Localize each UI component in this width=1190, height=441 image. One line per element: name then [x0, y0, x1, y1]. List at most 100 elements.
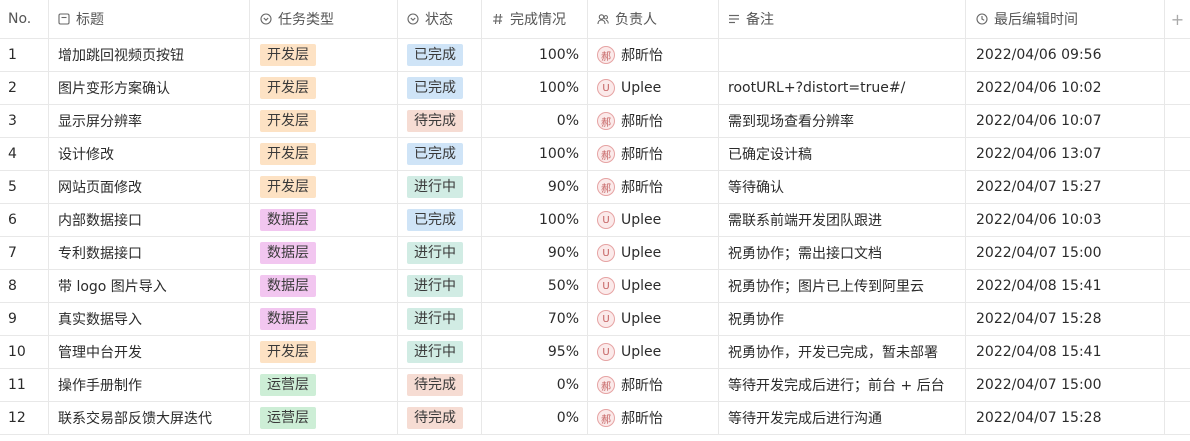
row-number-cell[interactable]: 11	[0, 369, 49, 401]
status-cell[interactable]: 进行中	[398, 303, 482, 335]
column-header-type[interactable]: 任务类型	[250, 0, 398, 38]
type-cell[interactable]: 开发层	[250, 171, 398, 203]
owner-cell[interactable]: U Uplee	[588, 336, 719, 368]
title-cell[interactable]: 内部数据接口	[49, 204, 250, 236]
table-row[interactable]: 9 真实数据导入 数据层 进行中 70% U Uplee 祝勇协作 2022/04/07 15:…	[0, 303, 1190, 336]
time-cell[interactable]: 2022/04/06 13:07	[966, 138, 1165, 170]
note-cell[interactable]: 等待开发完成后进行沟通	[719, 402, 966, 434]
owner-cell[interactable]: 郝郝昕怡	[588, 369, 719, 401]
column-header-time[interactable]: 最后编辑时间	[966, 0, 1165, 38]
title-cell[interactable]: 设计修改	[49, 138, 250, 170]
table-row[interactable]: 1 增加跳回视频页按钮 开发层 已完成 100% 郝郝昕怡 2022/04/06 09:56	[0, 39, 1190, 72]
add-column-button[interactable]: +	[1165, 0, 1190, 38]
table-row[interactable]: 11 操作手册制作 运营层 待完成 0% 郝郝昕怡 等待开发完成后进行；前台 + 后台 202…	[0, 369, 1190, 402]
progress-cell[interactable]: 95%	[482, 336, 588, 368]
time-cell[interactable]: 2022/04/06 10:02	[966, 72, 1165, 104]
time-cell[interactable]: 2022/04/08 15:41	[966, 336, 1165, 368]
time-cell[interactable]: 2022/04/07 15:00	[966, 369, 1165, 401]
time-cell[interactable]: 2022/04/07 15:27	[966, 171, 1165, 203]
type-cell[interactable]: 开发层	[250, 105, 398, 137]
status-cell[interactable]: 待完成	[398, 105, 482, 137]
type-cell[interactable]: 数据层	[250, 237, 398, 269]
note-cell[interactable]: 祝勇协作；图片已上传到阿里云	[719, 270, 966, 302]
table-row[interactable]: 6 内部数据接口 数据层 已完成 100% U Uplee 需联系前端开发团队跟进 2022/0…	[0, 204, 1190, 237]
row-number-cell[interactable]: 2	[0, 72, 49, 104]
table-row[interactable]: 5 网站页面修改 开发层 进行中 90% 郝郝昕怡 等待确认 2022/04/07 15:27	[0, 171, 1190, 204]
row-number-cell[interactable]: 12	[0, 402, 49, 434]
title-cell[interactable]: 增加跳回视频页按钮	[49, 39, 250, 71]
row-number-cell[interactable]: 7	[0, 237, 49, 269]
owner-cell[interactable]: U Uplee	[588, 72, 719, 104]
type-cell[interactable]: 开发层	[250, 336, 398, 368]
table-row[interactable]: 3 显示屏分辨率 开发层 待完成 0% 郝郝昕怡 需到现场查看分辨率 2022/04/06 1…	[0, 105, 1190, 138]
column-header-status[interactable]: 状态	[398, 0, 482, 38]
progress-cell[interactable]: 90%	[482, 237, 588, 269]
type-cell[interactable]: 开发层	[250, 72, 398, 104]
status-cell[interactable]: 待完成	[398, 402, 482, 434]
note-cell[interactable]: 祝勇协作	[719, 303, 966, 335]
progress-cell[interactable]: 0%	[482, 402, 588, 434]
table-row[interactable]: 7 专利数据接口 数据层 进行中 90% U Uplee 祝勇协作；需出接口文档 2022/04…	[0, 237, 1190, 270]
table-row[interactable]: 10 管理中台开发 开发层 进行中 95% U Uplee 祝勇协作，开发已完成，暂未部署 20…	[0, 336, 1190, 369]
note-cell[interactable]: 等待确认	[719, 171, 966, 203]
type-cell[interactable]: 数据层	[250, 204, 398, 236]
title-cell[interactable]: 带 logo 图片导入	[49, 270, 250, 302]
table-row[interactable]: 12 联系交易部反馈大屏迭代 运营层 待完成 0% 郝郝昕怡 等待开发完成后进行沟通 2022…	[0, 402, 1190, 435]
row-number-cell[interactable]: 1	[0, 39, 49, 71]
time-cell[interactable]: 2022/04/07 15:28	[966, 402, 1165, 434]
row-number-cell[interactable]: 5	[0, 171, 49, 203]
title-cell[interactable]: 图片变形方案确认	[49, 72, 250, 104]
note-cell[interactable]	[719, 39, 966, 71]
status-cell[interactable]: 已完成	[398, 72, 482, 104]
status-cell[interactable]: 进行中	[398, 336, 482, 368]
progress-cell[interactable]: 50%	[482, 270, 588, 302]
row-number-cell[interactable]: 10	[0, 336, 49, 368]
note-cell[interactable]: rootURL+?distort=true#/	[719, 72, 966, 104]
type-cell[interactable]: 开发层	[250, 39, 398, 71]
owner-cell[interactable]: 郝郝昕怡	[588, 105, 719, 137]
time-cell[interactable]: 2022/04/07 15:00	[966, 237, 1165, 269]
owner-cell[interactable]: 郝郝昕怡	[588, 171, 719, 203]
row-number-cell[interactable]: 4	[0, 138, 49, 170]
owner-cell[interactable]: 郝郝昕怡	[588, 138, 719, 170]
type-cell[interactable]: 运营层	[250, 402, 398, 434]
note-cell[interactable]: 已确定设计稿	[719, 138, 966, 170]
column-header-progress[interactable]: 完成情况	[482, 0, 588, 38]
column-header-owner[interactable]: 负责人	[588, 0, 719, 38]
column-header-title[interactable]: 标题	[49, 0, 250, 38]
type-cell[interactable]: 运营层	[250, 369, 398, 401]
column-header-no[interactable]: No.	[0, 0, 49, 38]
owner-cell[interactable]: 郝郝昕怡	[588, 402, 719, 434]
progress-cell[interactable]: 100%	[482, 72, 588, 104]
progress-cell[interactable]: 0%	[482, 369, 588, 401]
progress-cell[interactable]: 100%	[482, 138, 588, 170]
table-row[interactable]: 8 带 logo 图片导入 数据层 进行中 50% U Uplee 祝勇协作；图片已上传到阿里…	[0, 270, 1190, 303]
progress-cell[interactable]: 0%	[482, 105, 588, 137]
status-cell[interactable]: 已完成	[398, 204, 482, 236]
row-number-cell[interactable]: 6	[0, 204, 49, 236]
progress-cell[interactable]: 70%	[482, 303, 588, 335]
note-cell[interactable]: 等待开发完成后进行；前台 + 后台	[719, 369, 966, 401]
type-cell[interactable]: 开发层	[250, 138, 398, 170]
row-number-cell[interactable]: 3	[0, 105, 49, 137]
status-cell[interactable]: 待完成	[398, 369, 482, 401]
title-cell[interactable]: 专利数据接口	[49, 237, 250, 269]
progress-cell[interactable]: 100%	[482, 204, 588, 236]
time-cell[interactable]: 2022/04/06 10:03	[966, 204, 1165, 236]
owner-cell[interactable]: 郝郝昕怡	[588, 39, 719, 71]
title-cell[interactable]: 联系交易部反馈大屏迭代	[49, 402, 250, 434]
row-number-cell[interactable]: 9	[0, 303, 49, 335]
time-cell[interactable]: 2022/04/08 15:41	[966, 270, 1165, 302]
status-cell[interactable]: 进行中	[398, 237, 482, 269]
owner-cell[interactable]: U Uplee	[588, 237, 719, 269]
note-cell[interactable]: 祝勇协作，开发已完成，暂未部署	[719, 336, 966, 368]
table-row[interactable]: 2 图片变形方案确认 开发层 已完成 100% U Uplee rootURL+?distor…	[0, 72, 1190, 105]
note-cell[interactable]: 祝勇协作；需出接口文档	[719, 237, 966, 269]
time-cell[interactable]: 2022/04/06 09:56	[966, 39, 1165, 71]
row-number-cell[interactable]: 8	[0, 270, 49, 302]
time-cell[interactable]: 2022/04/06 10:07	[966, 105, 1165, 137]
title-cell[interactable]: 真实数据导入	[49, 303, 250, 335]
note-cell[interactable]: 需到现场查看分辨率	[719, 105, 966, 137]
title-cell[interactable]: 网站页面修改	[49, 171, 250, 203]
status-cell[interactable]: 进行中	[398, 270, 482, 302]
